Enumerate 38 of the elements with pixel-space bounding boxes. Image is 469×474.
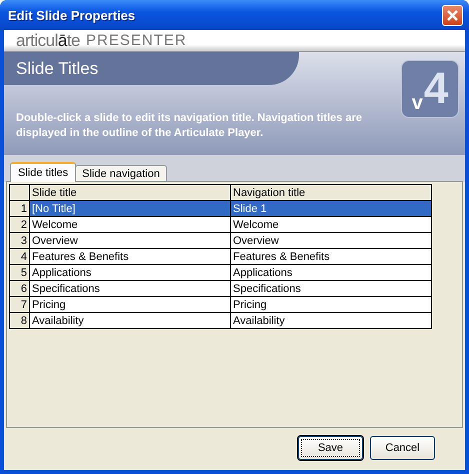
table-cell[interactable]: Availability: [230, 312, 432, 328]
row-number: 1: [10, 200, 30, 216]
brand-logo: articulāte: [16, 30, 80, 50]
table-cell[interactable]: Pricing: [230, 296, 432, 312]
row-number: 5: [10, 264, 30, 280]
column-header: Slide title: [30, 184, 230, 200]
row-number: 3: [10, 232, 30, 248]
close-icon: [446, 8, 459, 22]
row-number: 4: [10, 248, 30, 264]
table-cell[interactable]: Overview: [230, 232, 432, 248]
table-cell[interactable]: Overview: [30, 232, 230, 248]
dialog-button[interactable]: Cancel: [370, 436, 435, 460]
section-title: Slide Titles: [16, 58, 98, 78]
corner-cell: [10, 184, 30, 200]
table-cell[interactable]: Welcome: [230, 216, 432, 232]
table-cell[interactable]: Specifications: [30, 280, 230, 296]
table-cell[interactable]: Specifications: [230, 280, 432, 296]
table-cell[interactable]: Availability: [30, 312, 230, 328]
column-header: Navigation title: [230, 184, 432, 200]
dialog-button[interactable]: Save: [298, 436, 363, 460]
table-cell[interactable]: Applications: [30, 264, 230, 280]
tab[interactable]: Slide titles: [10, 162, 76, 182]
close-button[interactable]: [442, 4, 463, 26]
row-number: 8: [10, 312, 30, 328]
table-cell[interactable]: Applications: [230, 264, 432, 280]
row-number: 7: [10, 296, 30, 312]
tab[interactable]: Slide navigation: [75, 165, 167, 182]
product-name: PRESENTER: [86, 32, 187, 49]
window-title: Edit Slide Properties: [8, 8, 136, 22]
table-cell[interactable]: Slide 1: [230, 200, 432, 216]
table-cell[interactable]: Pricing: [30, 296, 230, 312]
table-cell[interactable]: Features & Benefits: [30, 248, 230, 264]
description-text: Double-click a slide to edit its navigation title. Navigation titles are displayed in the outline of the Articulate Player.: [16, 111, 363, 141]
row-number: 6: [10, 280, 30, 296]
table-cell[interactable]: Welcome: [30, 216, 230, 232]
table-cell[interactable]: Features & Benefits: [230, 248, 432, 264]
table-cell[interactable]: [No Title]: [30, 200, 230, 216]
row-number: 2: [10, 216, 30, 232]
